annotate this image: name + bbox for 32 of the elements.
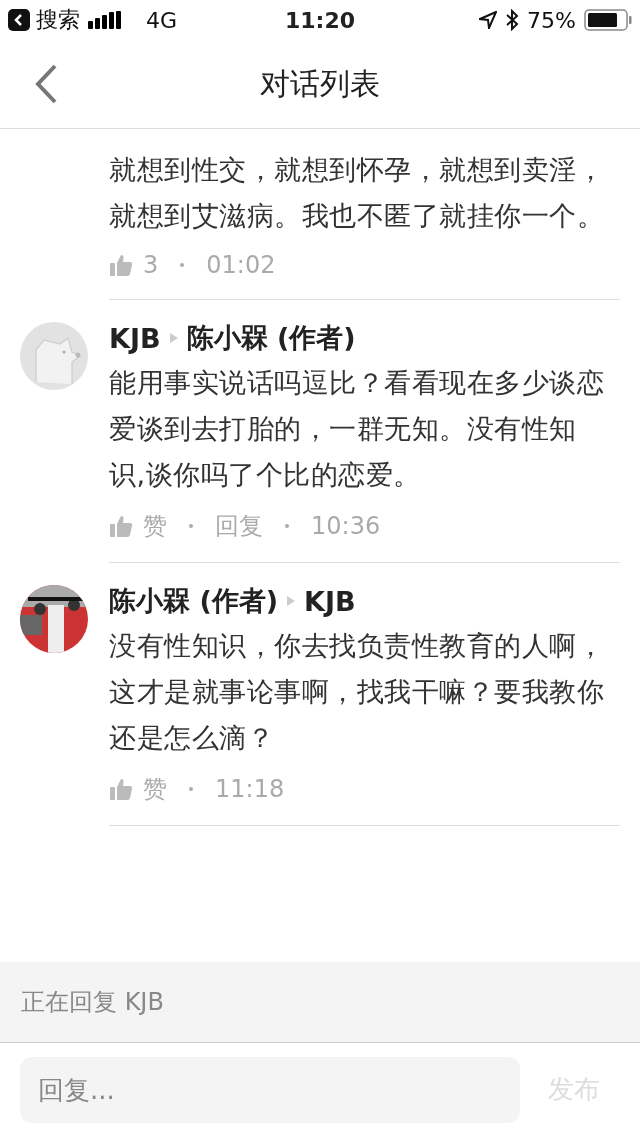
battery-icon: [584, 9, 632, 31]
comment-time: 10:36: [311, 512, 381, 540]
reply-arrow-icon: [168, 332, 179, 344]
signal-icon: [88, 11, 122, 29]
comment-text: 没有性知识，你去找负责性教育的人啊，这才是就事论事啊，找我干嘛？要我教你还是怎么滴？: [109, 629, 605, 755]
comment-time: 11:18: [215, 775, 285, 803]
comment-time: 01:02: [206, 251, 276, 279]
back-app-label[interactable]: 搜索: [36, 5, 80, 35]
comment-text: 就想到性交，就想到怀孕，就想到卖淫，就想到艾滋病。我也不匿了就挂你一个。: [109, 153, 605, 233]
author-name[interactable]: KJB: [109, 322, 161, 354]
page-title: 对话列表: [260, 64, 380, 103]
bluetooth-icon: [505, 9, 520, 31]
separator-dot: [189, 524, 193, 528]
network-type: 4G: [146, 7, 178, 33]
reply-target-name[interactable]: 陈小槑 (作者): [186, 320, 356, 356]
location-arrow-icon: [479, 11, 498, 29]
author-name[interactable]: 陈小槑 (作者): [109, 583, 279, 619]
back-app-icon[interactable]: [8, 9, 30, 31]
clock: 11:20: [285, 7, 355, 33]
separator-dot: [285, 524, 289, 528]
thumbs-up-icon[interactable]: [109, 514, 133, 538]
separator-dot: [180, 263, 185, 267]
replying-to-bar: 正在回复 KJB: [0, 962, 640, 1043]
thumbs-up-icon[interactable]: [109, 777, 133, 801]
reply-arrow-icon: [286, 595, 297, 607]
comment-text: 能用事实说话吗逗比？看看现在多少谈恋爱谈到去打胎的，一群无知。没有性知识,谈你吗了个比的恋爱。: [109, 366, 605, 492]
dog-avatar-icon[interactable]: [20, 322, 88, 390]
separator-dot: [189, 787, 193, 791]
battery-percentage: 75%: [527, 7, 576, 33]
reply-target-name[interactable]: KJB: [304, 585, 356, 617]
back-chevron-icon[interactable]: [33, 63, 59, 105]
thumbs-up-icon[interactable]: [109, 253, 133, 277]
